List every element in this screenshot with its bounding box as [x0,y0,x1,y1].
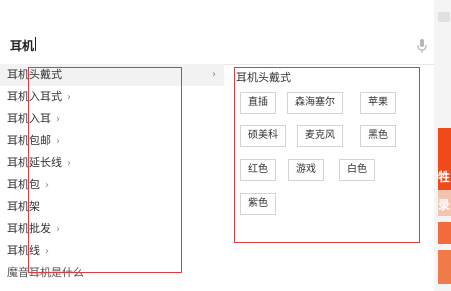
microphone-icon[interactable] [416,38,428,54]
search-input[interactable]: 耳机 [10,37,34,54]
promo-glyph: 录 [438,198,451,212]
chevron-right-icon: › [212,69,216,80]
highlight-box-right [234,67,420,243]
promo-glyph: 牲 [438,170,451,184]
search-bar[interactable]: 耳机 [0,28,434,65]
page-edge-tile [438,12,450,22]
text-caret [35,37,36,51]
promo-banner-edge[interactable] [438,250,451,284]
highlight-box-left [28,67,182,273]
promo-banner-edge[interactable] [438,222,451,244]
